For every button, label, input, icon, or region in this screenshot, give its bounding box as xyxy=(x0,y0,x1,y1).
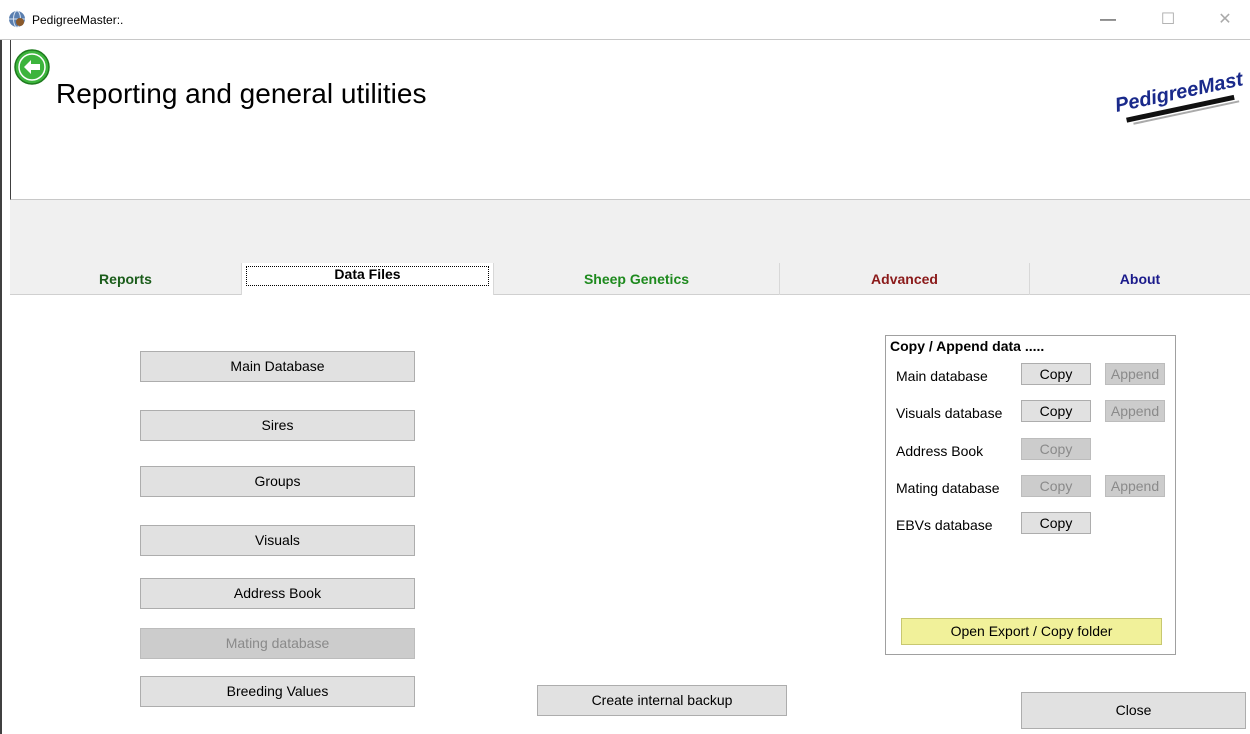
row-label-mating-database: Mating database xyxy=(896,480,1000,496)
address-book-button[interactable]: Address Book xyxy=(140,578,415,609)
tab-advanced[interactable]: Advanced xyxy=(780,263,1030,295)
pedigreemaster-logo: PedigreeMaster xyxy=(1113,64,1243,125)
page-header: Reporting and general utilities Pedigree… xyxy=(10,40,1250,200)
copy-ebvs-database-button[interactable]: Copy xyxy=(1021,512,1091,534)
app-globe-icon xyxy=(9,10,25,28)
copy-visuals-database-button[interactable]: Copy xyxy=(1021,400,1091,422)
tab-data-files[interactable]: Data Files xyxy=(242,263,494,295)
window-frame xyxy=(0,40,10,734)
close-window-button[interactable]: ✕ xyxy=(1210,8,1240,32)
main-database-button[interactable]: Main Database xyxy=(140,351,415,382)
tab-reports[interactable]: Reports xyxy=(10,263,242,295)
row-label-ebvs-database: EBVs database xyxy=(896,517,993,533)
append-mating-database-button[interactable]: Append xyxy=(1105,475,1165,497)
minimize-button[interactable]: — xyxy=(1093,8,1123,32)
close-button[interactable]: Close xyxy=(1021,692,1246,729)
visuals-button[interactable]: Visuals xyxy=(140,525,415,556)
maximize-button[interactable]: ☐ xyxy=(1153,8,1183,32)
row-label-address-book: Address Book xyxy=(896,443,984,459)
back-button[interactable] xyxy=(13,48,51,86)
tab-bar: Reports Data Files Sheep Genetics Advanc… xyxy=(10,263,1250,295)
tab-sheep-genetics[interactable]: Sheep Genetics xyxy=(494,263,780,295)
append-visuals-database-button[interactable]: Append xyxy=(1105,400,1165,422)
groups-button[interactable]: Groups xyxy=(140,466,415,497)
row-label-main-database: Main database xyxy=(896,368,988,384)
page-title: Reporting and general utilities xyxy=(56,78,427,109)
tab-about[interactable]: About xyxy=(1030,263,1250,295)
toolbar-band xyxy=(10,200,1250,263)
window-titlebar: PedigreeMaster:. — ☐ ✕ xyxy=(0,0,1250,40)
tab-focus-rect xyxy=(246,266,489,286)
sires-button[interactable]: Sires xyxy=(140,410,415,441)
window-title: PedigreeMaster:. xyxy=(32,13,124,27)
create-internal-backup-button[interactable]: Create internal backup xyxy=(537,685,787,716)
mating-database-button[interactable]: Mating database xyxy=(140,628,415,659)
copy-main-database-button[interactable]: Copy xyxy=(1021,363,1091,385)
copy-append-panel: Copy / Append data ..... Main database C… xyxy=(885,335,1176,655)
open-export-folder-button[interactable]: Open Export / Copy folder xyxy=(901,618,1162,645)
row-label-visuals-database: Visuals database xyxy=(896,405,1003,421)
copy-mating-database-button[interactable]: Copy xyxy=(1021,475,1091,497)
copy-address-book-button[interactable]: Copy xyxy=(1021,438,1091,460)
breeding-values-button[interactable]: Breeding Values xyxy=(140,676,415,707)
append-main-database-button[interactable]: Append xyxy=(1105,363,1165,385)
panel-title: Copy / Append data ..... xyxy=(890,338,1045,354)
